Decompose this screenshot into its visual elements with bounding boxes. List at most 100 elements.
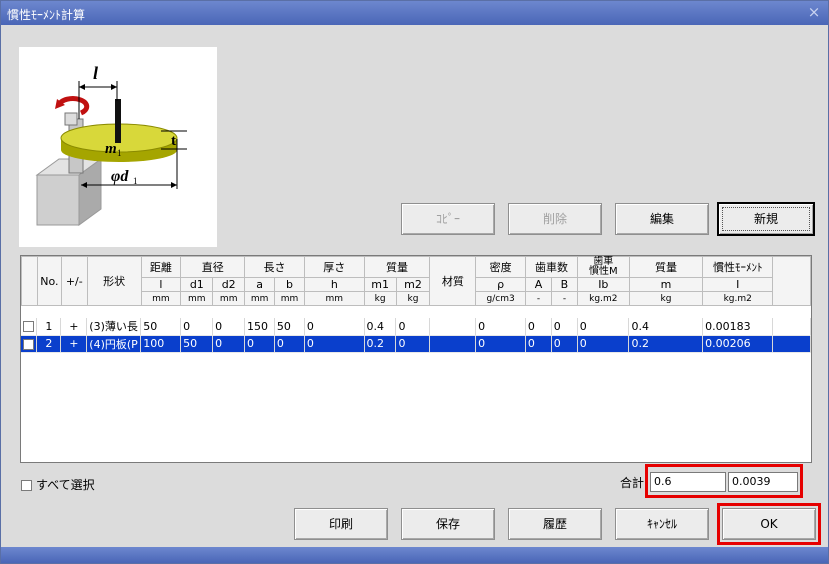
close-icon[interactable]: × [806, 4, 822, 20]
cell-m2: 0 [395, 335, 431, 353]
sub-d2: d2 [212, 277, 246, 292]
sub-B: B [550, 277, 578, 292]
unit-I: kg.m2 [702, 291, 774, 306]
cell-b: 50 [274, 318, 305, 336]
cell-Ib: 0 [577, 318, 630, 336]
sub-b: b [274, 277, 305, 292]
cell-Ib: 0 [577, 335, 630, 353]
cell-A: 0 [525, 318, 552, 336]
row-checkbox[interactable] [21, 318, 38, 336]
sub-m: m [628, 277, 704, 292]
cell-m: 0.4 [628, 318, 704, 336]
history-button[interactable]: 履歴 [508, 508, 602, 540]
new-button-label: 新規 [722, 207, 810, 231]
new-button[interactable]: 新規 [717, 202, 815, 236]
unit-Ib: kg.m2 [576, 291, 630, 306]
diagram-label-m1: m [105, 141, 117, 157]
cell-a: 150 [244, 318, 275, 336]
cell-m2: 0 [395, 318, 431, 336]
header-mass-pair: 質量 [363, 256, 431, 278]
cell-I: 0.00206 [702, 335, 774, 353]
cell-no: 1 [36, 318, 62, 336]
save-button[interactable]: 保存 [401, 508, 495, 540]
header-filler [772, 256, 811, 306]
cell-m1: 0.2 [364, 335, 397, 353]
inertia-calc-window: 慣性ﾓｰﾒﾝﾄ計算 × l m 1 t φd 1 ｺﾋﾟｰ 削除 編集 新規 N… [0, 0, 829, 564]
unit-a: mm [244, 291, 276, 306]
unit-m2: kg [395, 291, 431, 306]
cell-a: 0 [244, 335, 275, 353]
table-row-selected[interactable]: 2 + (4)円板(P 100 50 0 0 0 0 0.2 0 0 0 0 0… [21, 335, 811, 353]
header-density: 密度 [475, 256, 527, 278]
cell-rho: 0 [475, 335, 526, 353]
cell-distance: 50 [140, 318, 182, 336]
sub-h: h [303, 277, 365, 292]
row-checkbox[interactable] [21, 335, 38, 353]
header-inertia: 慣性ﾓｰﾒﾝﾄ [702, 256, 774, 278]
cell-filler [772, 335, 811, 353]
diagram-label-d1: φd [111, 168, 129, 185]
diagram-label-d1-sub: 1 [133, 176, 138, 186]
unit-m1: kg [363, 291, 397, 306]
header-thickness: 厚さ [303, 256, 365, 278]
select-all-checkbox[interactable]: すべて選択 [21, 476, 95, 493]
cell-distance: 100 [140, 335, 182, 353]
unit-d2: mm [212, 291, 246, 306]
header-length: 長さ [244, 256, 305, 278]
header-gear-inertia: 歯車 慣性M [576, 256, 630, 278]
sub-I: I [702, 277, 774, 292]
sub-rho: ρ [475, 277, 527, 292]
header-sign: +/- [60, 256, 88, 306]
ok-highlight-box [717, 503, 821, 545]
header-shape: 形状 [86, 256, 142, 306]
cell-B: 0 [551, 318, 578, 336]
sub-Ib: Ib [576, 277, 630, 292]
unit-b: mm [274, 291, 305, 306]
cell-sign: + [60, 318, 88, 336]
unit-A: - [525, 291, 552, 306]
cell-A: 0 [525, 335, 552, 353]
delete-button[interactable]: 削除 [508, 203, 602, 235]
header-no: No. [36, 256, 62, 306]
totals-highlight-box [645, 464, 803, 498]
header-checkbox-col [21, 256, 38, 306]
cell-filler [772, 318, 811, 336]
header-diameter: 直径 [180, 256, 246, 278]
total-label: 合計 [620, 476, 645, 490]
cell-I: 0.00183 [702, 318, 774, 336]
cancel-button[interactable]: ｷｬﾝｾﾙ [615, 508, 709, 540]
cell-d1: 50 [180, 335, 214, 353]
header-material: 材質 [429, 256, 477, 306]
cell-rho: 0 [475, 318, 526, 336]
unit-rho: g/cm3 [475, 291, 527, 306]
copy-button[interactable]: ｺﾋﾟｰ [401, 203, 495, 235]
header-distance: 距離 [140, 256, 182, 278]
unit-distance: mm [140, 291, 182, 306]
cell-b: 0 [274, 335, 305, 353]
print-button[interactable]: 印刷 [294, 508, 388, 540]
sub-A: A [525, 277, 552, 292]
unit-m: kg [628, 291, 704, 306]
cell-m1: 0.4 [364, 318, 397, 336]
cell-h: 0 [304, 318, 365, 336]
diagram-label-t: t [171, 133, 176, 149]
table-row[interactable]: 1 + (3)薄い長 50 0 0 150 50 0 0.4 0 0 0 0 0… [21, 318, 811, 336]
unit-B: - [550, 291, 578, 306]
diagram-label-l: l [93, 63, 98, 83]
title-bar: 慣性ﾓｰﾒﾝﾄ計算 × [1, 1, 828, 25]
checkbox-icon [21, 480, 32, 491]
cell-d2: 0 [212, 318, 245, 336]
select-all-label: すべて選択 [36, 478, 95, 492]
sub-a: a [244, 277, 276, 292]
cell-material [429, 335, 477, 353]
sub-m2: m2 [395, 277, 431, 292]
parts-table[interactable]: No. +/- 形状 距離 直径 長さ 厚さ 質量 材質 密度 歯車数 歯車 慣… [20, 255, 812, 463]
cell-no: 2 [36, 335, 62, 353]
edit-button[interactable]: 編集 [615, 203, 709, 235]
cell-d1: 0 [180, 318, 214, 336]
unit-h: mm [303, 291, 365, 306]
table-body: 1 + (3)薄い長 50 0 0 150 50 0 0.4 0 0 0 0 0… [21, 318, 811, 353]
diagram-label-m1-sub: 1 [117, 148, 122, 158]
sub-distance: l [140, 277, 182, 292]
window-title: 慣性ﾓｰﾒﾝﾄ計算 [7, 8, 86, 22]
